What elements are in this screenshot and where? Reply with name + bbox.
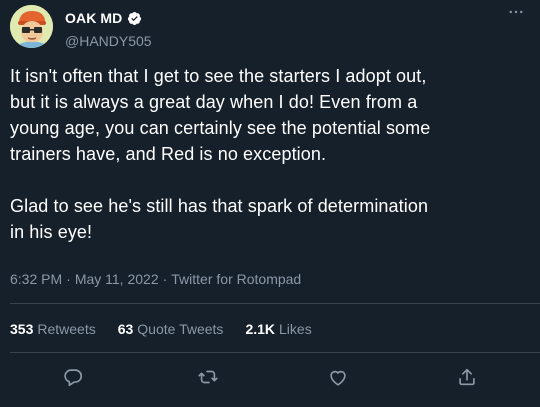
meta-separator: · [66, 271, 71, 287]
retweets-label: Retweets [37, 321, 96, 337]
tweet-time[interactable]: 6:32 PM [10, 271, 62, 287]
likes-count: 2.1K [245, 321, 276, 337]
tweet-text: It isn't often that I get to see the sta… [10, 63, 532, 245]
author-name-row: OAK MD [65, 10, 142, 26]
author-display-name[interactable]: OAK MD [65, 10, 122, 26]
avatar-image [10, 5, 53, 48]
meta-separator: · [162, 271, 168, 287]
divider [10, 303, 540, 304]
ellipsis-icon [509, 10, 523, 14]
tweet-source[interactable]: Twitter for Rotompad [171, 271, 301, 287]
retweet-icon [198, 370, 218, 384]
verified-badge-icon [127, 11, 142, 26]
likes-stat[interactable]: 2.1K Likes [245, 321, 311, 337]
like-button[interactable] [327, 366, 349, 388]
tweet-stats: 353 Retweets 63 Quote Tweets 2.1K Likes [10, 321, 312, 337]
tweet-card: OAK MD @HANDY505 It isn't often that I g… [0, 0, 540, 407]
reply-button[interactable] [62, 366, 84, 388]
quote-tweets-stat[interactable]: 63 Quote Tweets [118, 321, 224, 337]
avatar[interactable] [10, 5, 53, 48]
tweet-paragraph: Glad to see he's still has that spark of… [10, 196, 429, 242]
share-button[interactable] [456, 366, 478, 388]
tweet-date[interactable]: May 11, 2022 [75, 271, 159, 287]
tweet-meta: 6:32 PM · May 11, 2022 · Twitter for Rotompa… [10, 271, 301, 287]
retweets-count: 353 [10, 321, 34, 337]
share-icon [459, 368, 475, 386]
reply-icon [64, 369, 83, 387]
divider [10, 352, 540, 353]
tweet-paragraph: It isn't often that I get to see the sta… [10, 66, 431, 164]
more-options-button[interactable] [504, 3, 528, 19]
quote-tweets-count: 63 [117, 321, 134, 337]
heart-icon [330, 370, 346, 386]
retweets-stat[interactable]: 353 Retweets [10, 321, 96, 337]
tweet-actions [0, 366, 540, 388]
author-handle[interactable]: @HANDY505 [65, 33, 152, 49]
retweet-button[interactable] [197, 366, 219, 388]
likes-label: Likes [279, 321, 312, 337]
quote-tweets-label: Quote Tweets [137, 321, 224, 337]
